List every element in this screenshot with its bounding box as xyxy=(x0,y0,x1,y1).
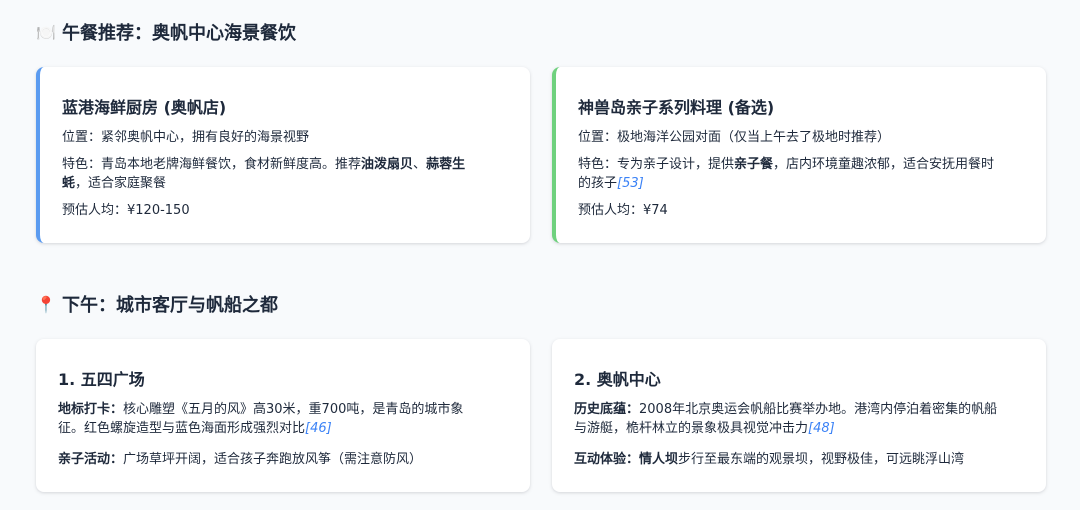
restaurant-location: 位置：紧邻奥帆中心，拥有良好的海景视野 xyxy=(62,130,310,145)
lunch-title-text: 午餐推荐：奥帆中心海景餐饮 xyxy=(62,23,296,44)
attraction-card-olympic-sailing[interactable]: 2. 奥帆中心 历史底蕴：2008年北京奥运会帆船比赛举办地。港湾内停泊着密集的… xyxy=(552,339,1046,492)
attraction-activity: 亲子活动：广场草坪开阔，适合孩子奔跑放风筝（需注意防风） xyxy=(58,452,423,467)
restaurant-name: 神兽岛亲子系列料理 (备选) xyxy=(578,98,775,117)
restaurant-location: 位置：极地海洋公园对面（仅当上午去了极地时推荐） xyxy=(578,130,891,145)
restaurant-price: 预估人均：¥120-150 xyxy=(62,203,190,218)
restaurant-price: 预估人均：¥74 xyxy=(578,203,668,218)
attraction-name: 2. 奥帆中心 xyxy=(574,370,661,389)
dining-icon: 🍽️ xyxy=(36,22,56,42)
citation-link[interactable]: [46] xyxy=(305,421,332,436)
afternoon-section-title: 📍 下午：城市客厅与帆船之都 xyxy=(36,291,278,317)
afternoon-title-text: 下午：城市客厅与帆船之都 xyxy=(62,295,278,316)
attraction-name: 1. 五四广场 xyxy=(58,370,145,389)
attraction-card-wusi-square[interactable]: 1. 五四广场 地标打卡：核心雕塑《五月的风》高30米，重700吨，是青岛的城市… xyxy=(36,339,530,492)
restaurant-name: 蓝港海鲜厨房 (奥帆店) xyxy=(62,98,227,117)
citation-link[interactable]: [53] xyxy=(617,176,644,191)
attraction-landmark: 地标打卡：核心雕塑《五月的风》高30米，重700吨，是青岛的城市象 征。红色螺旋造… xyxy=(58,402,464,436)
map-pin-icon: 📍 xyxy=(36,294,56,314)
attraction-history: 历史底蕴：2008年北京奥运会帆船比赛举办地。港湾内停泊着密集的帆船 与游艇，桅杆… xyxy=(574,402,998,436)
restaurant-card-shenshoudao[interactable]: 神兽岛亲子系列料理 (备选) 位置：极地海洋公园对面（仅当上午去了极地时推荐） … xyxy=(552,67,1046,243)
lunch-section-title: 🍽️ 午餐推荐：奥帆中心海景餐饮 xyxy=(36,19,296,45)
restaurant-card-languang[interactable]: 蓝港海鲜厨房 (奥帆店) 位置：紧邻奥帆中心，拥有良好的海景视野 特色：青岛本地… xyxy=(36,67,530,243)
citation-link[interactable]: [48] xyxy=(808,421,835,436)
restaurant-features: 特色：青岛本地老牌海鲜餐饮，食材新鲜度高。推荐油泼扇贝、蒜蓉生 蚝，适合家庭聚餐 xyxy=(62,157,466,191)
attraction-interaction: 互动体验：情人坝步行至最东端的观景坝，视野极佳，可远眺浮山湾 xyxy=(574,452,965,467)
restaurant-features: 特色：专为亲子设计，提供亲子餐，店内环境童趣浓郁，适合安抚用餐时 的孩子[53] xyxy=(578,157,995,191)
